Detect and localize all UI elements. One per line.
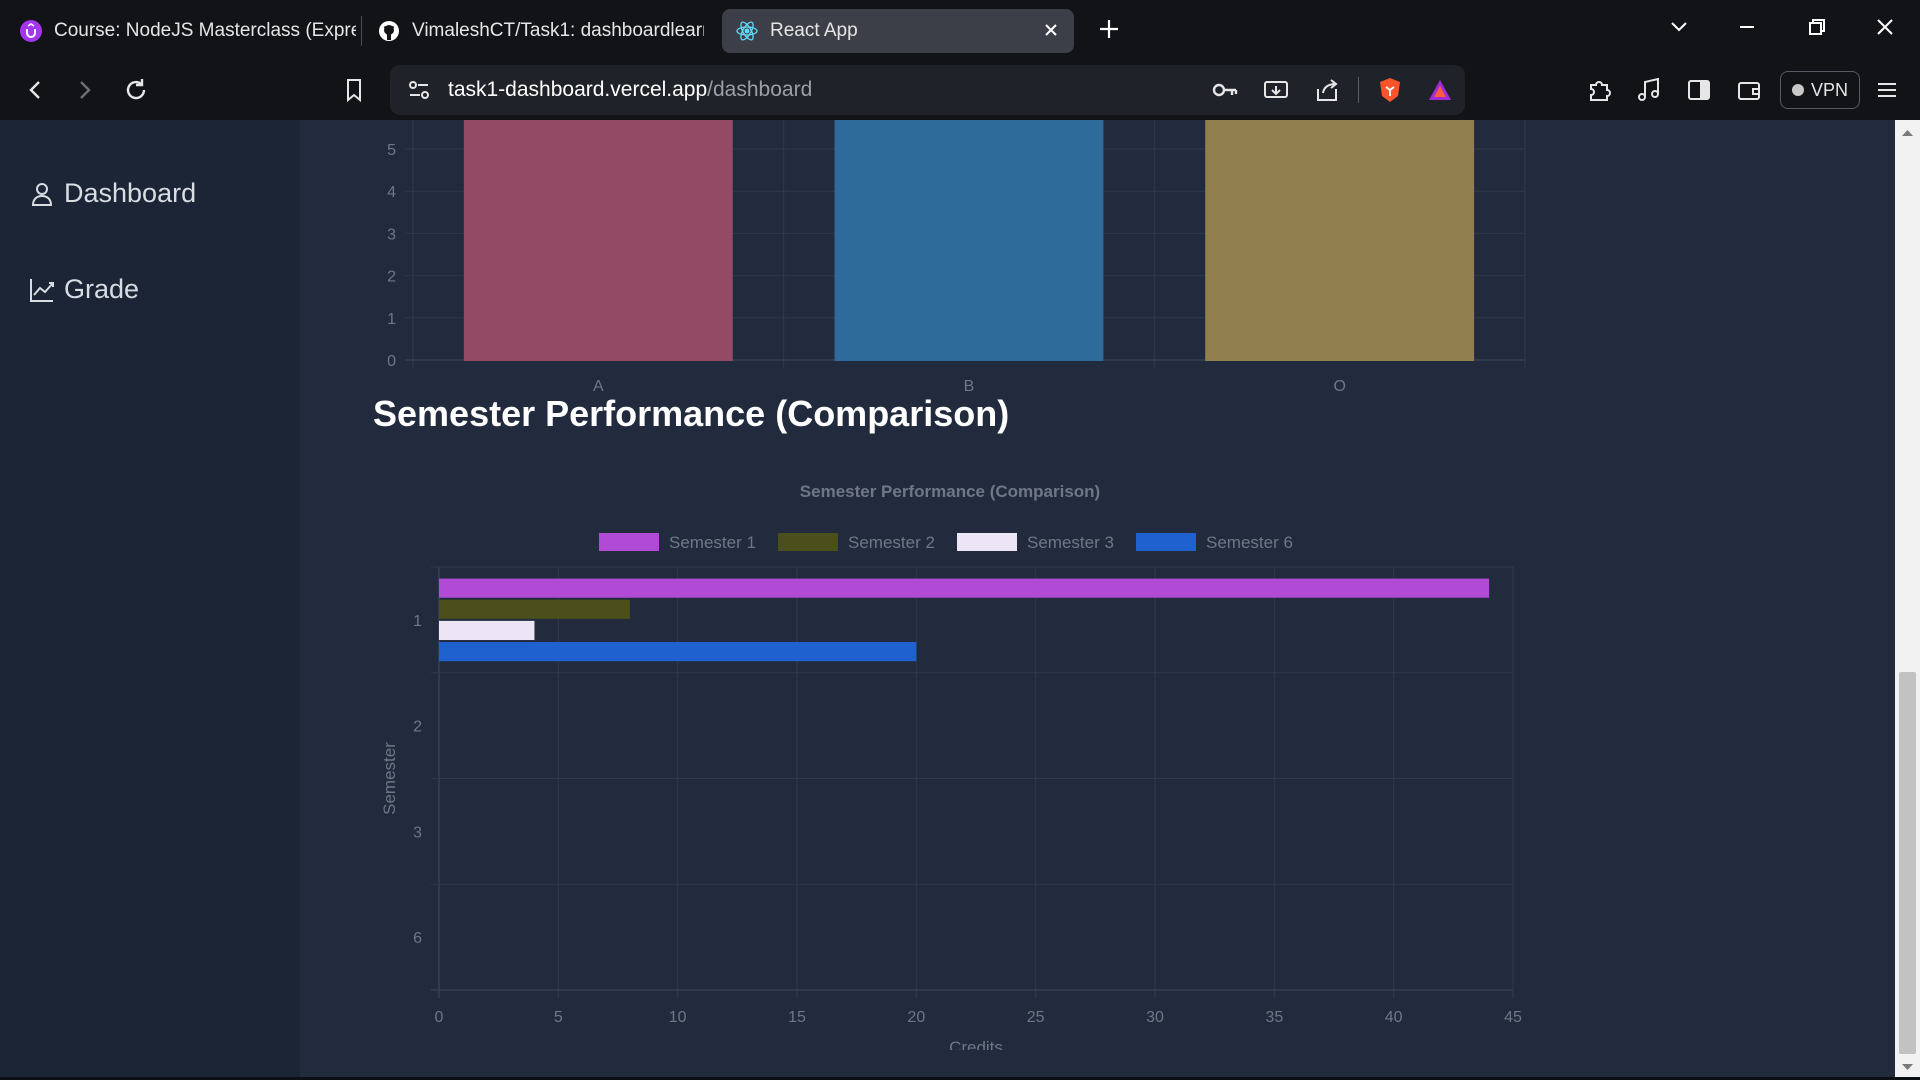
chart-title: Semester Performance (Comparison) xyxy=(800,482,1100,501)
tab-title: VimaleshCT/Task1: dashboardlearn xyxy=(412,20,704,41)
y-tick-label: 6 xyxy=(413,930,422,947)
tab-react-app[interactable]: React App xyxy=(722,9,1074,53)
x-tick-label: 5 xyxy=(554,1009,563,1026)
legend-label: Semester 3 xyxy=(1027,533,1114,552)
media-icon[interactable] xyxy=(1634,75,1664,105)
legend-swatch xyxy=(957,533,1017,551)
key-icon[interactable] xyxy=(1210,75,1240,105)
x-tick-label: O xyxy=(1333,378,1345,395)
brave-rewards-icon[interactable] xyxy=(1425,75,1455,105)
menu-icon[interactable] xyxy=(1872,75,1902,105)
tab-udemy-course[interactable]: Course: NodeJS Masterclass (Express xyxy=(6,9,356,53)
y-tick-label: 5 xyxy=(387,142,396,159)
legend-swatch xyxy=(1136,533,1196,551)
wallet-icon[interactable] xyxy=(1734,75,1764,105)
legend-label: Semester 1 xyxy=(669,533,756,552)
bookmark-icon[interactable] xyxy=(338,74,370,106)
react-icon xyxy=(736,20,758,42)
tab-github-repo[interactable]: VimaleshCT/Task1: dashboardlearn xyxy=(364,9,704,53)
minimize-icon[interactable] xyxy=(1730,10,1764,44)
udemy-icon xyxy=(20,20,42,42)
x-tick-label: 35 xyxy=(1265,1009,1283,1026)
x-tick-label: 30 xyxy=(1146,1009,1164,1026)
grade-bar-O xyxy=(1205,120,1475,361)
tab-search-chevron-icon[interactable] xyxy=(1662,10,1696,44)
vpn-label: VPN xyxy=(1810,79,1848,100)
x-tick-label: 45 xyxy=(1504,1009,1522,1026)
y-tick-label: 2 xyxy=(387,269,396,286)
legend-swatch xyxy=(778,533,838,551)
brave-shields-icon[interactable] xyxy=(1375,75,1405,105)
grade-bar-B xyxy=(834,120,1104,361)
y-axis-title: Semester xyxy=(380,742,399,815)
bar-semester-2 xyxy=(439,599,630,619)
extensions-icon[interactable] xyxy=(1584,75,1614,105)
sidebar-item-grade[interactable]: Grade xyxy=(28,274,139,305)
tab-separator xyxy=(361,16,362,46)
share-icon[interactable] xyxy=(1312,75,1342,105)
x-tick-label: 40 xyxy=(1385,1009,1403,1026)
back-icon[interactable] xyxy=(19,74,51,106)
x-tick-label: 0 xyxy=(435,1009,444,1026)
x-axis-title: Credits xyxy=(949,1038,1003,1050)
install-app-icon[interactable] xyxy=(1261,75,1291,105)
semester-comparison-chart: Semester Performance (Comparison) Semeste… xyxy=(380,482,1522,1050)
toolbar-separator xyxy=(1358,77,1359,103)
line-chart-icon xyxy=(30,278,54,302)
y-tick-label: 4 xyxy=(387,184,396,201)
scroll-down-icon[interactable] xyxy=(1901,1062,1914,1072)
y-tick-label: 1 xyxy=(387,311,396,328)
grade-bar-chart: 012345A B O xyxy=(387,120,1526,395)
reload-icon[interactable] xyxy=(120,74,152,106)
site-settings-icon[interactable] xyxy=(404,75,434,105)
grade-bar-A xyxy=(463,120,733,361)
sidebar-item-label: Dashboard xyxy=(64,178,197,208)
restore-icon[interactable] xyxy=(1800,10,1834,44)
x-tick-label: 10 xyxy=(669,1009,687,1026)
y-tick-label: 1 xyxy=(413,613,422,630)
close-tab-icon[interactable] xyxy=(1040,19,1062,41)
address-bar[interactable]: task1-dashboard.vercel.app/dashboard xyxy=(390,65,1465,115)
y-tick-label: 2 xyxy=(413,719,422,736)
close-window-icon[interactable] xyxy=(1868,10,1902,44)
forward-icon[interactable] xyxy=(69,74,101,106)
legend-label: Semester 2 xyxy=(848,533,935,552)
new-tab-icon[interactable] xyxy=(1094,14,1124,44)
github-icon xyxy=(378,20,400,42)
legend-swatch xyxy=(599,533,659,551)
sidebar-toggle-icon[interactable] xyxy=(1684,75,1714,105)
sidebar-item-dashboard[interactable]: Dashboard xyxy=(28,178,196,209)
x-tick-label: 25 xyxy=(1027,1009,1045,1026)
y-tick-label: 3 xyxy=(387,226,396,243)
bar-semester-6 xyxy=(439,642,917,662)
y-tick-label: 0 xyxy=(387,353,396,370)
url-text[interactable]: task1-dashboard.vercel.app/dashboard xyxy=(448,78,812,102)
tab-bar: Course: NodeJS Masterclass (Express Vima… xyxy=(0,0,1920,60)
section-title: Semester Performance (Comparison) xyxy=(373,393,1010,434)
url-path: /dashboard xyxy=(707,78,813,101)
bar-semester-1 xyxy=(439,578,1490,598)
sidebar-item-label: Grade xyxy=(64,274,140,304)
scroll-up-icon[interactable] xyxy=(1901,128,1914,138)
vpn-button[interactable]: VPN xyxy=(1780,71,1860,109)
legend-label: Semester 6 xyxy=(1206,533,1293,552)
y-tick-label: 3 xyxy=(413,824,422,841)
vpn-status-icon xyxy=(1791,84,1804,96)
sidebar: Dashboard Grade xyxy=(0,120,300,1080)
x-tick-label: 15 xyxy=(788,1009,806,1026)
bar-semester-3 xyxy=(439,620,535,641)
tab-title: React App xyxy=(770,20,858,41)
scrollbar-thumb[interactable] xyxy=(1899,672,1916,1054)
x-tick-label: 20 xyxy=(907,1009,925,1026)
user-icon xyxy=(31,182,53,206)
tab-title: Course: NodeJS Masterclass (Express xyxy=(54,20,356,41)
url-host: task1-dashboard.vercel.app xyxy=(448,78,708,101)
